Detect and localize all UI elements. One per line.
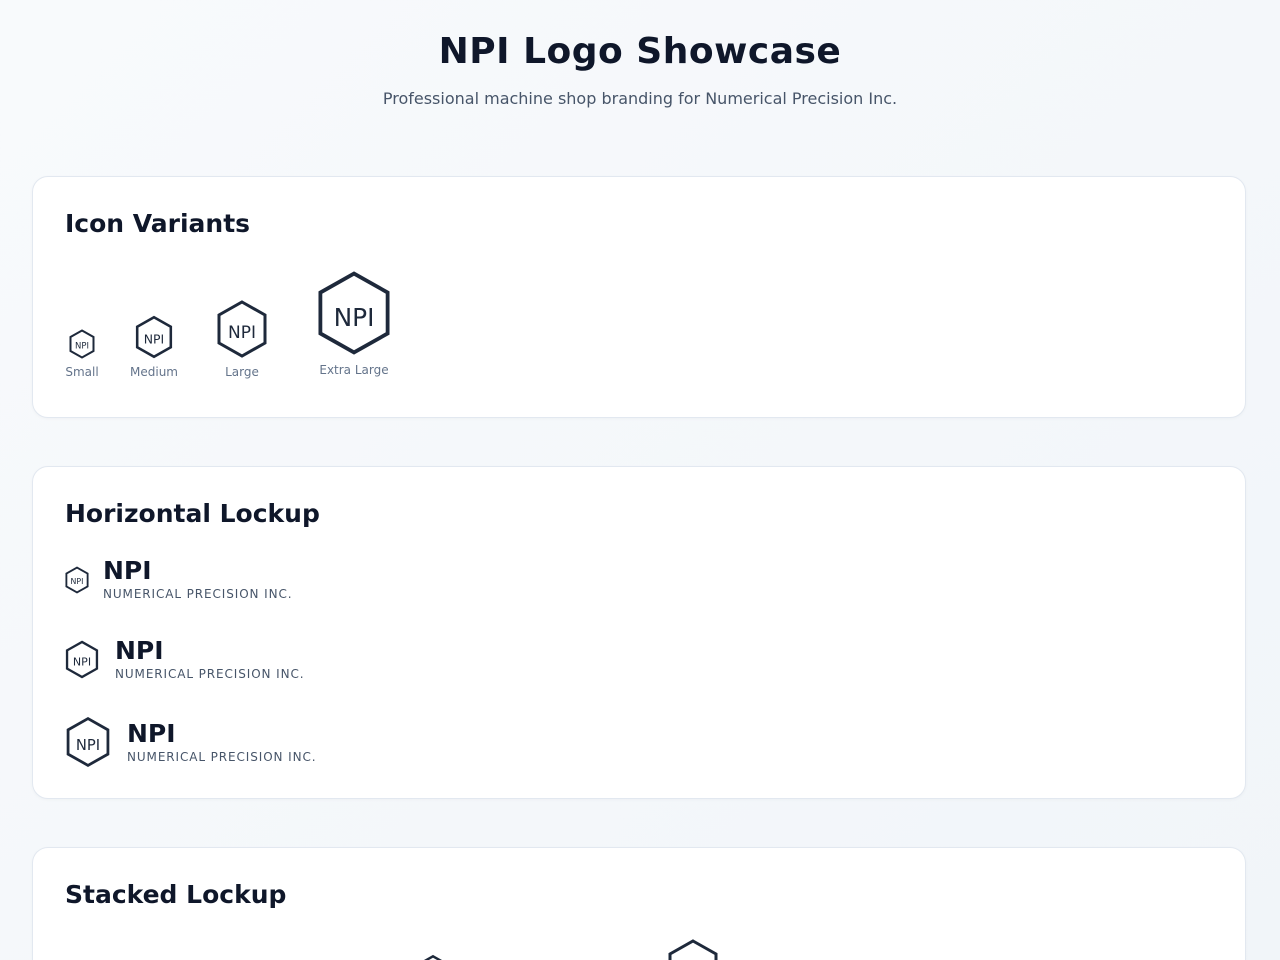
horizontal-lockup-large: NPI NPI NUMERICAL PRECISION INC. [65,716,316,768]
npi-logo-icon: NPI [65,640,99,679]
stacked-lockup-card: Stacked Lockup NPI NPI [32,847,1246,960]
icon-variant-medium: NPI Medium [130,315,178,379]
svg-text:NPI: NPI [228,323,256,343]
company-tagline: NUMERICAL PRECISION INC. [127,749,317,764]
horizontal-lockup-card: Horizontal Lockup NPI NPI NUMERICAL PREC… [32,466,1246,799]
company-tagline: NUMERICAL PRECISION INC. [115,667,305,681]
npi-logo-icon: NPI [135,315,173,359]
npi-logo-icon: NPI [316,269,392,357]
svg-text:NPI: NPI [71,577,84,586]
icon-variant-extra-large: NPI Extra Large [313,269,395,377]
page-title: NPI Logo Showcase [438,31,842,72]
npi-logo-icon: NPI [65,716,111,768]
variant-label: Small [65,365,99,379]
variant-label: Large [225,365,259,379]
icon-variant-large: NPI Large [215,299,269,379]
horizontal-lockup-medium: NPI NPI NUMERICAL PRECISION INC. [65,637,304,682]
stacked-logo-small: NPI [415,954,451,960]
svg-text:NPI: NPI [334,303,375,332]
svg-text:NPI: NPI [144,332,164,347]
stacked-logo-medium: NPI [667,938,719,960]
svg-text:NPI: NPI [75,342,89,352]
npi-logo-icon: NPI [216,299,268,359]
company-name: NPI [103,556,152,585]
horizontal-lockup-small: NPI NPI NUMERICAL PRECISION INC. [65,557,292,602]
svg-text:NPI: NPI [73,655,91,668]
company-name: NPI [127,718,176,748]
svg-text:NPI: NPI [76,737,100,754]
npi-logo-icon: NPI [69,329,95,359]
icon-variants-title: Icon Variants [65,209,251,238]
page-subtitle: Professional machine shop branding for N… [382,89,898,108]
company-tagline: NUMERICAL PRECISION INC. [103,587,293,601]
horizontal-lockup-title: Horizontal Lockup [65,499,320,528]
company-name: NPI [115,636,164,665]
icon-variants-card: Icon Variants NPI Small NPI Medium NPI L… [32,176,1246,418]
icon-variant-small: NPI Small [65,329,99,379]
npi-logo-icon: NPI [65,565,89,594]
variant-label: Extra Large [319,363,389,377]
variant-label: Medium [130,365,178,379]
stacked-lockup-title: Stacked Lockup [65,880,287,909]
